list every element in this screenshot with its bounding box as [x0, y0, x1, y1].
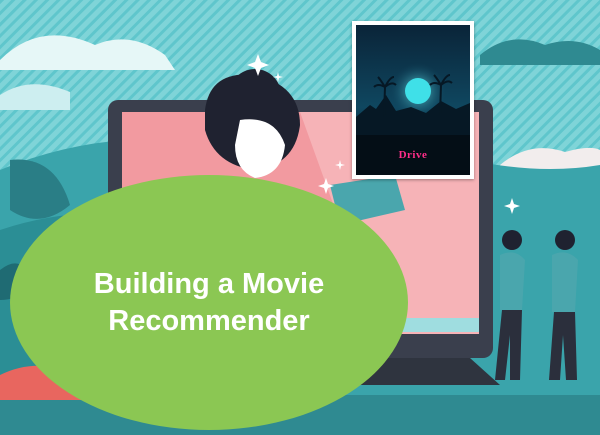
movie-poster: Drive [352, 21, 474, 179]
moon [405, 78, 431, 104]
poster-art: Drive [356, 25, 470, 175]
figure-head [555, 230, 575, 250]
figure-body [500, 252, 525, 310]
title-ellipse: Building a Movie Recommender [10, 175, 408, 430]
figure-body [552, 252, 578, 312]
poster-title: Drive [398, 149, 428, 161]
figure-head [502, 230, 522, 250]
banner-canvas: Building a Movie Recommender Drive [0, 0, 600, 435]
banner-title: Building a Movie Recommender [93, 267, 325, 337]
